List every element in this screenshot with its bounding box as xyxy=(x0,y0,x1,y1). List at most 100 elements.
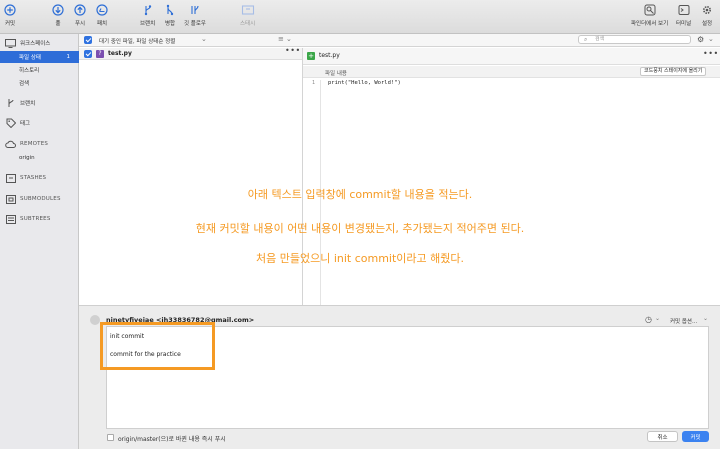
diff-file-name: test.py xyxy=(319,52,340,59)
chevron-down-icon[interactable]: ⌄ xyxy=(286,35,292,43)
annotation-line: 처음 만들었으니 init commit이라고 해줬다. xyxy=(255,252,465,265)
terminal-button[interactable]: 터미널 xyxy=(676,4,691,27)
file-status-count-badge: 1 xyxy=(66,54,71,60)
added-file-icon: + xyxy=(307,52,315,60)
sidebar-item-tags[interactable]: 태그 xyxy=(0,117,79,129)
arrow-down-circle-icon xyxy=(52,4,64,16)
line-number: 1 xyxy=(312,80,316,86)
annotation-highlight-box xyxy=(100,322,215,370)
sidebar-section-stashes[interactable]: STASHES xyxy=(0,172,79,184)
branch-icon xyxy=(144,5,151,16)
sidebar-item-label: 파일 상태 xyxy=(19,55,41,61)
clock-icon[interactable]: ◷ xyxy=(645,315,652,324)
hunk-header: 파일 내용 코드뭉치 스테이지에 올리기 xyxy=(303,66,720,78)
hunk-label: 파일 내용 xyxy=(325,71,347,77)
chevron-down-icon[interactable]: ⌄ xyxy=(703,315,708,322)
sidebar-item-label: origin xyxy=(19,155,35,161)
stage-hunk-button[interactable]: 코드뭉치 스테이지에 올리기 xyxy=(640,67,707,76)
push-immediately-checkbox[interactable] xyxy=(107,434,114,441)
sidebar-item-label: STASHES xyxy=(20,175,47,181)
select-all-checkbox[interactable] xyxy=(84,36,92,44)
stash-label: 스태시 xyxy=(240,21,256,27)
merge-button[interactable]: 병합 xyxy=(164,4,176,27)
plus-circle-icon xyxy=(4,4,16,16)
sidebar-item-search[interactable]: 검색 xyxy=(0,77,79,89)
avatar xyxy=(90,315,100,325)
code-line: 1 print("Hello, World!") xyxy=(303,80,720,337)
git-flow-icon xyxy=(191,5,199,14)
commit-toolbar-label: 커밋 xyxy=(4,21,16,27)
search-input[interactable]: ⌕ 검색 xyxy=(578,35,691,44)
finder-icon xyxy=(644,4,656,16)
arrow-up-circle-icon xyxy=(74,4,86,16)
file-name: test.py xyxy=(108,50,132,57)
diff-file-header: + test.py ••• xyxy=(303,48,720,65)
commit-toolbar-button[interactable]: 커밋 xyxy=(4,4,16,27)
sidebar-item-label: REMOTES xyxy=(20,141,49,147)
sidebar-section-remotes[interactable]: REMOTES xyxy=(0,138,79,150)
sidebar-item-workspace[interactable]: 워크스페이스 xyxy=(0,37,79,49)
branch-label: 브랜치 xyxy=(140,21,156,27)
code-text: print("Hello, World!") xyxy=(328,80,401,86)
terminal-label: 터미널 xyxy=(676,21,692,27)
sidebar-item-history[interactable]: 히스토리 xyxy=(0,64,79,76)
commit-button[interactable]: 커밋 xyxy=(682,431,709,442)
pull-button[interactable]: 풀 xyxy=(52,4,64,27)
stash-button[interactable]: 스태시 xyxy=(240,4,255,27)
sidebar-item-label: 워크스페이스 xyxy=(20,41,51,47)
fetch-button[interactable]: 패치 xyxy=(96,4,108,27)
toolbar: 커밋 풀 푸시 패치 브랜치 병합 깃 플로우 스태시 파인더에서 보기 터미널… xyxy=(0,0,720,34)
gear-icon xyxy=(702,5,712,15)
more-actions-icon[interactable]: ••• xyxy=(703,49,719,58)
staged-files-panel: ? test.py ••• xyxy=(79,46,303,305)
file-checkbox[interactable] xyxy=(84,50,92,58)
chevron-down-icon[interactable]: ⌄ xyxy=(655,315,660,322)
branch-icon xyxy=(5,98,16,108)
sidebar-item-file-status[interactable]: 파일 상태 1 xyxy=(0,51,79,63)
branch-button[interactable]: 브랜치 xyxy=(140,4,155,27)
git-flow-label: 깃 플로우 xyxy=(184,21,206,27)
list-view-icon[interactable]: ≡ xyxy=(278,35,284,43)
gear-icon[interactable]: ⚙ xyxy=(697,35,704,44)
sidebar-item-origin[interactable]: origin xyxy=(0,152,79,164)
search-icon: ⌕ xyxy=(584,36,588,43)
settings-label: 설정 xyxy=(701,21,713,27)
untracked-icon: ? xyxy=(96,50,104,58)
sidebar: 워크스페이스 파일 상태 1 히스토리 검색 브랜치 태그 REMOTES or… xyxy=(0,34,79,449)
more-actions-icon[interactable]: ••• xyxy=(285,46,301,55)
git-flow-button[interactable]: 깃 플로우 xyxy=(184,4,206,27)
cloud-icon xyxy=(5,139,16,149)
pending-filter-dropdown[interactable]: 대기 중인 파일, 파일 상태순 정렬 xyxy=(99,37,175,45)
sidebar-item-label: 브랜치 xyxy=(20,101,36,107)
cancel-button[interactable]: 취소 xyxy=(647,431,678,442)
push-button[interactable]: 푸시 xyxy=(74,4,86,27)
gutter-divider xyxy=(320,80,321,337)
show-in-finder-button[interactable]: 파인더에서 보기 xyxy=(631,4,668,27)
fetch-icon xyxy=(96,4,108,16)
merge-icon xyxy=(166,4,174,16)
terminal-icon xyxy=(678,5,690,15)
diff-panel: + test.py ••• 파일 내용 코드뭉치 스테이지에 올리기 1 pri… xyxy=(303,48,720,337)
show-in-finder-label: 파인더에서 보기 xyxy=(631,21,669,27)
chevron-down-icon[interactable]: ⌄ xyxy=(201,35,207,43)
search-placeholder: 검색 xyxy=(595,36,605,42)
tag-icon xyxy=(5,118,16,128)
settings-button[interactable]: 설정 xyxy=(701,4,713,27)
sidebar-item-label: 히스토리 xyxy=(19,68,40,74)
pull-label: 풀 xyxy=(55,21,61,27)
annotation-line: 아래 텍스트 입력창에 commit할 내용을 적는다. xyxy=(247,188,473,201)
merge-label: 병합 xyxy=(164,21,176,27)
sidebar-item-branches[interactable]: 브랜치 xyxy=(0,97,79,109)
push-label: 푸시 xyxy=(74,21,86,27)
sidebar-item-label: 검색 xyxy=(19,81,30,87)
annotation-line: 현재 커밋할 내용이 어떤 내용이 변경됐는지, 추가됐는지 적어주면 된다. xyxy=(195,222,525,235)
fetch-label: 패치 xyxy=(96,21,108,27)
file-row[interactable]: ? test.py ••• xyxy=(79,46,302,60)
chevron-down-icon[interactable]: ⌄ xyxy=(708,35,714,43)
sidebar-item-label: 태그 xyxy=(20,121,31,127)
push-immediately-label: origin/master(으)로 바뀐 내용 즉시 푸시 xyxy=(118,436,226,443)
commit-options-dropdown[interactable]: 커밋 옵션... xyxy=(670,317,697,325)
commit-area: ninetyfivejae <jh33836782@gmail.com> ◷ ⌄… xyxy=(79,305,720,449)
stash-icon xyxy=(241,5,254,15)
monitor-icon xyxy=(5,38,16,48)
